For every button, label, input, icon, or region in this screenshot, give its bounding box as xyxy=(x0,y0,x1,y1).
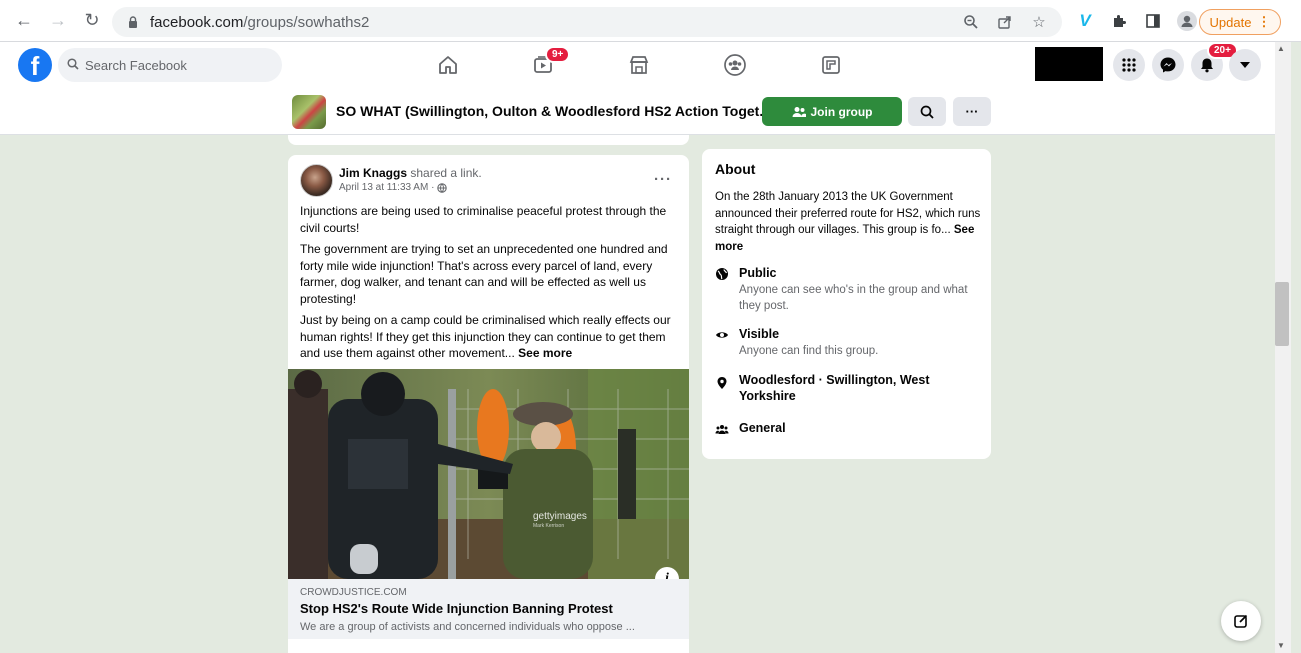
group-name[interactable]: SO WHAT (Swillington, Oulton & Woodlesfo… xyxy=(336,103,771,119)
scrollbar-thumb[interactable] xyxy=(1275,282,1289,346)
post-card: Jim Knaggs shared a link. April 13 at 11… xyxy=(288,155,689,653)
post-see-more-link[interactable]: See more xyxy=(518,346,572,360)
post-paragraph: Injunctions are being used to criminalis… xyxy=(300,204,667,235)
groups-nav-icon[interactable] xyxy=(719,50,751,80)
group-search-button[interactable] xyxy=(908,97,946,126)
post-author-line: Jim Knaggs shared a link. xyxy=(339,166,482,180)
search-box[interactable] xyxy=(58,48,282,82)
reload-icon[interactable]: ↻ xyxy=(78,7,106,35)
link-description: We are a group of activists and concerne… xyxy=(300,621,635,633)
scroll-down-arrow-icon[interactable]: ▼ xyxy=(1277,641,1285,650)
visibility-title: Visible xyxy=(739,327,780,341)
watch-badge: 9+ xyxy=(545,46,571,63)
link-preview-image[interactable]: gettyimages Mark Kerrison i xyxy=(288,369,689,579)
group-cover-thumbnail[interactable] xyxy=(292,95,326,129)
facebook-logo-icon[interactable]: f xyxy=(18,48,52,82)
protest-photo: gettyimages Mark Kerrison xyxy=(288,369,689,579)
url-text: facebook.com/groups/sowhaths2 xyxy=(150,13,370,31)
category-row: General xyxy=(715,420,786,436)
location-text[interactable]: Woodlesford · Swillington, West Yorkshir… xyxy=(739,372,977,404)
about-card: About On the 28th January 2013 the UK Go… xyxy=(702,149,991,459)
compose-icon xyxy=(1234,614,1248,628)
eye-icon xyxy=(716,332,728,338)
photo-credit: Mark Kerrison xyxy=(533,523,564,529)
people-icon xyxy=(792,106,806,117)
join-group-button[interactable]: Join group xyxy=(762,97,902,126)
forward-arrow-icon[interactable]: → xyxy=(44,7,72,35)
group-header-bar: SO WHAT (Swillington, Oulton & Woodlesfo… xyxy=(0,88,1275,135)
about-heading: About xyxy=(715,161,756,177)
link-preview-meta[interactable]: CROWDJUSTICE.COM Stop HS2's Route Wide I… xyxy=(288,579,689,639)
people-icon xyxy=(715,425,729,434)
watch-nav-icon[interactable]: 9+ xyxy=(527,46,571,80)
side-panel-icon[interactable] xyxy=(1142,10,1164,32)
puzzle-extensions-icon[interactable] xyxy=(1108,10,1130,32)
notifications-bell-icon[interactable]: 20+ xyxy=(1191,42,1238,81)
privacy-subtitle: Anyone can see who's in the group and wh… xyxy=(739,284,968,312)
home-nav-icon[interactable] xyxy=(432,50,464,80)
privacy-row: Public Anyone can see who's in the group… xyxy=(715,265,991,314)
scroll-up-arrow-icon[interactable]: ▲ xyxy=(1277,44,1285,53)
vimeo-extension-icon[interactable]: V xyxy=(1074,10,1096,32)
globe-icon xyxy=(716,268,728,280)
redacted-profile-block xyxy=(1035,47,1103,81)
messenger-icon[interactable] xyxy=(1152,49,1184,81)
post-action-text: shared a link. xyxy=(410,166,482,180)
menu-grid-icon[interactable] xyxy=(1113,49,1145,81)
gaming-nav-icon[interactable] xyxy=(815,50,847,80)
update-button[interactable]: Update ⋮ xyxy=(1199,9,1281,35)
post-paragraph: Just by being on a camp could be crimina… xyxy=(300,313,671,360)
browser-toolbar: ← → ↻ facebook.com/groups/sowhaths2 ☆ V … xyxy=(0,0,1301,42)
search-input[interactable] xyxy=(85,57,265,73)
share-icon[interactable] xyxy=(996,13,1014,31)
post-meta: April 13 at 11:33 AM · xyxy=(339,182,448,193)
post-paragraph: The government are trying to set an unpr… xyxy=(300,242,668,306)
visibility-subtitle: Anyone can find this group. xyxy=(739,345,879,357)
back-arrow-icon[interactable]: ← xyxy=(10,7,38,35)
kebab-menu-icon: ⋮ xyxy=(1257,14,1271,29)
facebook-header: f 9+ 20+ xyxy=(0,42,1275,88)
address-bar[interactable]: facebook.com/groups/sowhaths2 ☆ xyxy=(112,7,1062,37)
profile-avatar-icon[interactable] xyxy=(1176,10,1198,32)
globe-icon xyxy=(437,182,448,193)
bookmark-star-icon[interactable]: ☆ xyxy=(1030,13,1048,31)
privacy-title: Public xyxy=(739,266,777,280)
page-scrollbar[interactable] xyxy=(1275,42,1291,653)
getty-watermark: gettyimages xyxy=(533,511,587,522)
author-avatar[interactable] xyxy=(300,164,333,197)
account-dropdown-icon[interactable] xyxy=(1229,49,1261,81)
lock-icon xyxy=(129,16,137,28)
zoom-icon[interactable] xyxy=(962,13,980,31)
previous-post-card-edge xyxy=(288,135,689,145)
location-row: Woodlesford · Swillington, West Yorkshir… xyxy=(715,372,977,404)
link-title[interactable]: Stop HS2's Route Wide Injunction Banning… xyxy=(300,601,613,616)
marketplace-nav-icon[interactable] xyxy=(623,50,655,80)
new-message-button[interactable] xyxy=(1221,601,1261,641)
about-description: On the 28th January 2013 the UK Governme… xyxy=(715,191,981,253)
search-icon xyxy=(920,105,934,119)
post-body: Injunctions are being used to criminalis… xyxy=(300,203,680,367)
group-more-button[interactable]: ··· xyxy=(953,97,991,126)
category-text: General xyxy=(739,421,786,435)
location-pin-icon xyxy=(717,377,727,389)
post-timestamp[interactable]: April 13 at 11:33 AM · xyxy=(339,182,434,193)
search-icon xyxy=(67,57,79,73)
author-name-link[interactable]: Jim Knaggs xyxy=(339,166,407,180)
visibility-row: Visible Anyone can find this group. xyxy=(715,326,878,359)
post-options-button[interactable]: ··· xyxy=(654,171,672,188)
link-domain: CROWDJUSTICE.COM xyxy=(300,587,407,598)
